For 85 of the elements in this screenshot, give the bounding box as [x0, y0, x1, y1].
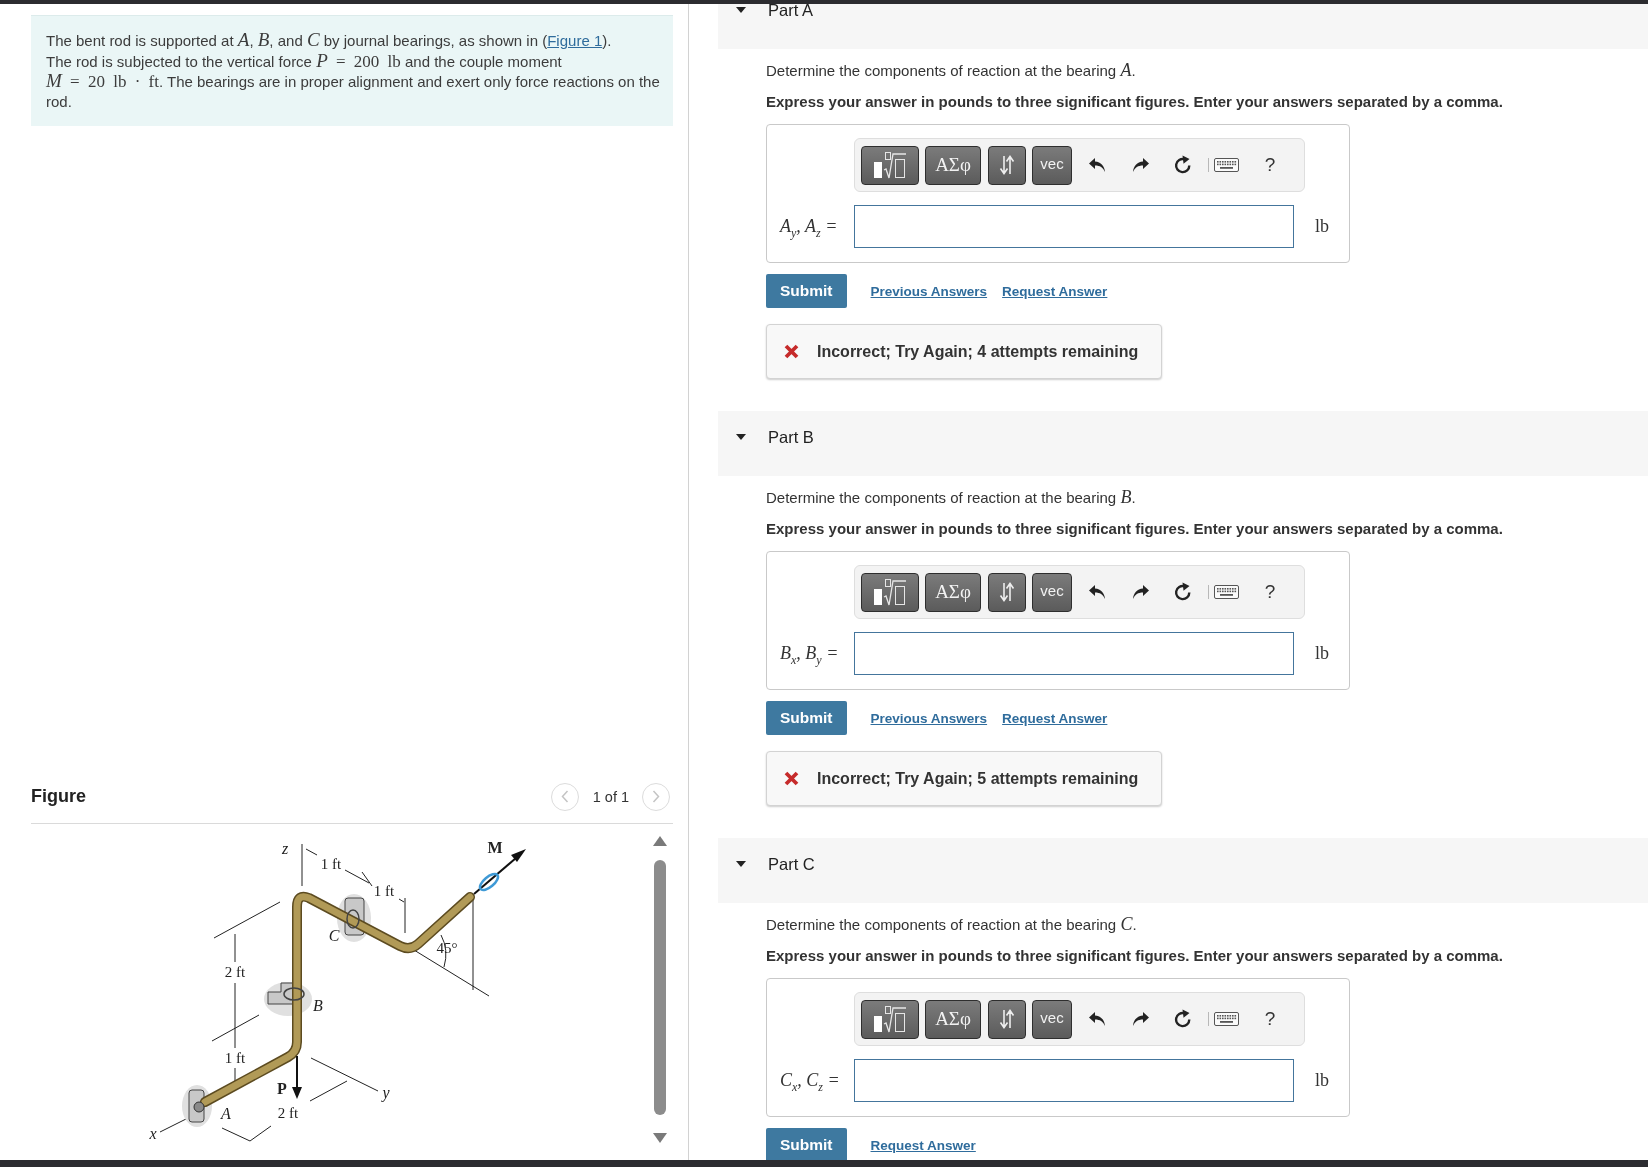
reset-icon	[1173, 582, 1193, 602]
scroll-up-icon[interactable]	[653, 836, 667, 846]
feedback-text: Incorrect; Try Again; 4 attempts remaining	[817, 342, 1139, 361]
feedback-text: Incorrect; Try Again; 5 attempts remaining	[817, 769, 1139, 788]
prompt-text: Determine the components of reaction at the bearing C.	[766, 914, 1138, 935]
part-header[interactable]: Part B	[718, 411, 1648, 476]
help-button[interactable]: ?	[1254, 145, 1286, 185]
point-label: C	[328, 926, 340, 944]
chevron-right-icon	[652, 790, 660, 803]
template-button[interactable]	[861, 999, 919, 1039]
undo-icon	[1088, 1011, 1106, 1027]
submit-button[interactable]: Submit	[766, 274, 847, 308]
answer-input[interactable]	[854, 1059, 1294, 1102]
redo-icon	[1132, 157, 1150, 173]
axis-label: y	[382, 1083, 390, 1101]
symbols-button[interactable]: ΑΣφ	[925, 145, 981, 185]
instruction-text: Express your answer in pounds to three significant figures. Enter your answers separated by a comma.	[766, 92, 1504, 112]
up-down-arrows-icon	[999, 155, 1015, 175]
prompt-text: Determine the components of reaction at the bearing A.	[766, 60, 1137, 81]
redo-icon	[1132, 584, 1150, 600]
up-down-arrows-icon	[999, 582, 1015, 602]
point-label: A	[221, 1104, 231, 1122]
dimension-label: 2 ft	[224, 964, 246, 980]
submit-button[interactable]: Submit	[766, 1128, 847, 1160]
template-button[interactable]	[861, 145, 919, 185]
arrows-button[interactable]	[988, 999, 1026, 1039]
radical-template-icon	[873, 1005, 907, 1033]
action-link[interactable]: Request Answer	[1002, 710, 1108, 726]
radical-template-icon	[873, 578, 907, 606]
part-header[interactable]: Part C	[718, 838, 1648, 903]
dimension-label: 1 ft	[224, 1050, 246, 1066]
symbols-button[interactable]: ΑΣφ	[925, 572, 981, 612]
unit-label: lb	[1315, 643, 1330, 664]
x-mark-icon	[784, 771, 799, 786]
help-button[interactable]: ?	[1254, 572, 1286, 612]
keyboard-icon	[1214, 585, 1239, 599]
keyboard-icon	[1214, 158, 1239, 172]
dimension-label: 1 ft	[373, 883, 395, 899]
dimension-label: 45°	[436, 940, 458, 956]
unit-label: lb	[1315, 1070, 1330, 1091]
page-counter: 1 of 1	[592, 788, 629, 805]
arrows-button[interactable]	[988, 145, 1026, 185]
answer-input[interactable]	[854, 632, 1294, 675]
axis-label: z	[281, 839, 289, 857]
dimension-label: 1 ft	[320, 856, 342, 872]
action-link[interactable]: Previous Answers	[870, 283, 988, 299]
problem-text: The bent rod is supported at A, B, and C by journal bearings, as shown in (Figure 1).	[46, 30, 613, 51]
instruction-text: Express your answer in pounds to three significant figures. Enter your answers separated by a comma.	[766, 946, 1504, 966]
vec-button[interactable]: vec	[1032, 572, 1072, 612]
scroll-down-icon[interactable]	[653, 1133, 667, 1143]
prompt-text: Determine the components of reaction at the bearing B.	[766, 487, 1137, 508]
action-link[interactable]: Previous Answers	[870, 710, 988, 726]
keyboard-icon	[1214, 1012, 1239, 1026]
action-link[interactable]: Request Answer	[870, 1137, 976, 1153]
scrollbar-thumb[interactable]	[654, 860, 666, 1115]
x-mark-icon	[784, 344, 799, 359]
template-button[interactable]	[861, 572, 919, 612]
help-button[interactable]: ?	[1254, 999, 1286, 1039]
undo-icon	[1088, 157, 1106, 173]
figure-link[interactable]: Figure 1	[547, 32, 603, 49]
up-down-arrows-icon	[999, 1009, 1015, 1029]
load-label: M	[487, 838, 503, 856]
dimension-label: 2 ft	[277, 1105, 299, 1121]
unit-label: lb	[1315, 216, 1330, 237]
reset-icon	[1173, 1009, 1193, 1029]
action-link[interactable]: Request Answer	[1002, 283, 1108, 299]
point-label: B	[313, 996, 323, 1014]
chevron-left-icon	[560, 790, 569, 803]
problem-text: The rod is subjected to the vertical force P = 200 lb and the couple moment M = 20 lb · ft. The bearings are in proper alignment and exert only force reactions on the rod.	[46, 50, 661, 111]
part-header[interactable]: Part A	[718, 4, 1648, 49]
reset-icon	[1173, 155, 1193, 175]
radical-template-icon	[873, 151, 907, 179]
arrows-button[interactable]	[988, 572, 1026, 612]
vec-button[interactable]: vec	[1032, 999, 1072, 1039]
symbols-button[interactable]: ΑΣφ	[925, 999, 981, 1039]
load-label: P	[277, 1079, 287, 1097]
equation-label: C$_{x}$, C$_{z}$ =	[780, 1070, 841, 1091]
instruction-text: Express your answer in pounds to three significant figures. Enter your answers separated by a comma.	[766, 519, 1504, 539]
submit-button[interactable]: Submit	[766, 701, 847, 735]
vec-button[interactable]: vec	[1032, 145, 1072, 185]
answer-input[interactable]	[854, 205, 1294, 248]
undo-icon	[1088, 584, 1106, 600]
axis-label: x	[149, 1124, 157, 1142]
redo-icon	[1132, 1011, 1150, 1027]
figure-heading: Figure	[31, 786, 86, 807]
